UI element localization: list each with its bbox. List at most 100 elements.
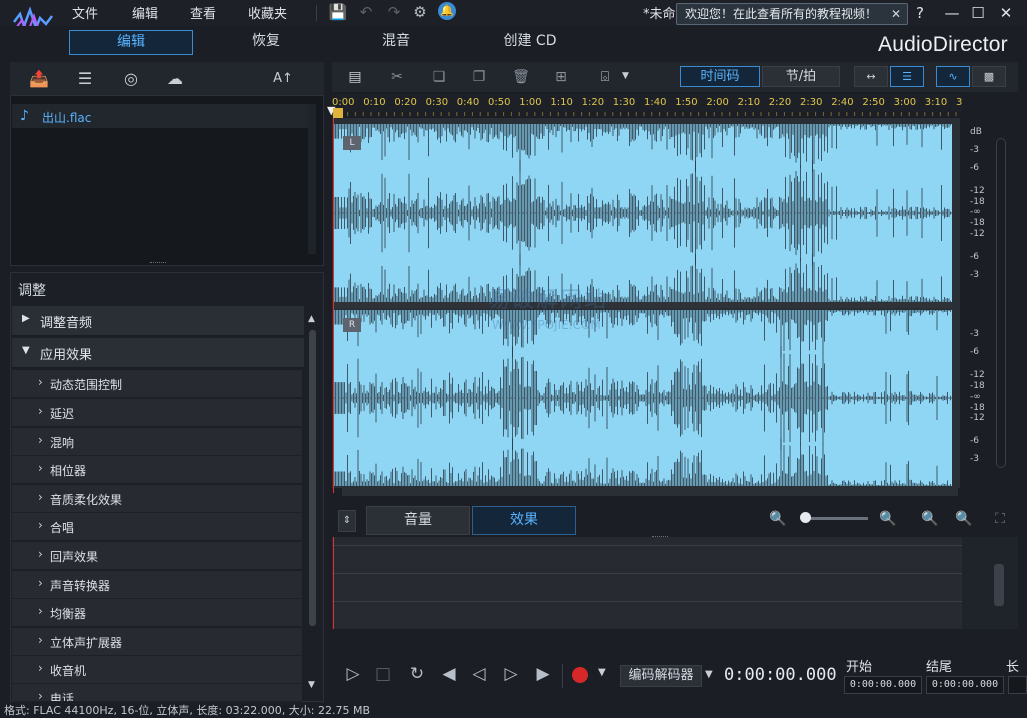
collapse-lanes-icon[interactable]: ⇕ xyxy=(338,510,356,532)
cd-rip-icon[interactable]: ◎ xyxy=(118,67,144,91)
tab-effects[interactable]: 效果 xyxy=(472,506,576,535)
chevron-right-icon: › xyxy=(38,375,43,389)
trim-icon[interactable]: ⊞ xyxy=(550,66,572,88)
waveform-display[interactable] xyxy=(332,118,960,488)
settings-gear-icon[interactable]: ⚙ xyxy=(410,2,430,22)
beat-mode-button[interactable]: 节/拍 xyxy=(762,66,840,87)
help-button[interactable]: ? xyxy=(910,2,930,24)
tab-restore[interactable]: 恢复 xyxy=(204,30,328,55)
menu-view[interactable]: 查看 xyxy=(190,3,216,22)
zoom-fit-icon[interactable]: 🔍 xyxy=(952,508,976,530)
tab-mix[interactable]: 混音 xyxy=(334,30,458,55)
codec-button[interactable]: 编码解码器 xyxy=(620,665,702,687)
selection-end-field[interactable]: 0:00:00.000 xyxy=(926,676,1004,694)
selection-start-field[interactable]: 0:00:00.000 xyxy=(844,676,922,694)
notification-bell-icon[interactable]: 🔔 xyxy=(438,2,458,22)
undo-icon[interactable]: ↶ xyxy=(356,2,376,22)
zoom-selection-icon[interactable]: 🔍 xyxy=(918,508,942,530)
play-icon[interactable]: ▷ xyxy=(342,662,364,686)
zoom-in-icon[interactable]: 🔍 xyxy=(876,508,900,530)
playlist-icon[interactable]: ☰ xyxy=(72,67,98,91)
waveform-view-icon[interactable]: ∿ xyxy=(936,66,970,87)
fullscreen-icon[interactable]: ⛶ xyxy=(988,508,1012,530)
spectrum-view-icon[interactable]: ▩ xyxy=(972,66,1006,87)
effect-item[interactable]: › 回声效果 xyxy=(12,542,302,570)
timecode-mode-button[interactable]: 时间码 xyxy=(680,66,760,87)
library-scrollbar[interactable] xyxy=(308,104,316,254)
delete-icon[interactable]: 🗑 xyxy=(510,66,532,88)
waveform-horizontal-scrollbar[interactable] xyxy=(342,488,958,496)
effect-item[interactable]: › 收音机 xyxy=(12,656,302,684)
close-button[interactable]: ✕ xyxy=(996,2,1016,24)
effect-item[interactable]: › 电话 xyxy=(12,684,302,702)
effect-item[interactable]: › 动态范围控制 xyxy=(12,370,302,398)
selection-length-field[interactable] xyxy=(1008,676,1027,694)
chevron-down-icon[interactable]: ▼ xyxy=(622,71,629,81)
copy-icon[interactable]: ❏ xyxy=(428,66,450,88)
tooltip-close-icon[interactable]: ✕ xyxy=(891,4,901,24)
snap-icon[interactable]: ↔ xyxy=(854,66,888,87)
db-tick: -12 xyxy=(970,413,985,423)
loop-icon[interactable]: ↻ xyxy=(406,662,428,686)
category-apply-effects[interactable]: ▼ 应用效果 xyxy=(12,338,304,368)
effect-label: 回声效果 xyxy=(50,550,99,564)
effect-item[interactable]: › 均衡器 xyxy=(12,599,302,627)
tab-edit[interactable]: 编辑 xyxy=(69,30,193,55)
redo-icon[interactable]: ↷ xyxy=(384,2,404,22)
scroll-up-icon[interactable]: ▲ xyxy=(308,314,315,324)
effect-item[interactable]: › 音质柔化效果 xyxy=(12,485,302,513)
maximize-button[interactable]: ☐ xyxy=(968,2,988,24)
menu-edit[interactable]: 编辑 xyxy=(132,3,158,22)
zoom-slider-knob[interactable] xyxy=(800,512,811,523)
chevron-right-icon: › xyxy=(38,547,43,561)
stop-icon[interactable]: □ xyxy=(372,662,394,686)
vertical-zoom-scrollbar[interactable] xyxy=(996,138,1006,468)
right-channel-label[interactable]: R xyxy=(343,318,361,332)
skip-to-start-icon[interactable]: ◀ xyxy=(438,662,460,686)
properties-icon[interactable]: ▤ xyxy=(344,66,366,88)
ruler-tick-label: 3: xyxy=(956,97,962,108)
rewind-icon[interactable]: ◁ xyxy=(468,662,490,686)
effect-item[interactable]: › 混响 xyxy=(12,428,302,456)
fast-forward-icon[interactable]: ▷ xyxy=(500,662,522,686)
effect-item[interactable]: › 延迟 xyxy=(12,399,302,427)
minimize-button[interactable]: — xyxy=(942,2,962,24)
scroll-down-icon[interactable]: ▼ xyxy=(308,680,315,690)
effect-item[interactable]: › 相位器 xyxy=(12,456,302,484)
left-channel-label[interactable]: L xyxy=(343,136,361,150)
effect-item[interactable]: › 立体声扩展器 xyxy=(12,628,302,656)
record-button[interactable] xyxy=(572,667,588,683)
effect-lanes[interactable] xyxy=(332,537,962,629)
cloud-icon[interactable]: ☁ xyxy=(162,67,188,91)
ruler-tick-label: 1:40 xyxy=(644,97,667,108)
effect-label: 立体声扩展器 xyxy=(50,636,123,650)
library-file-name[interactable]: 出山.flac xyxy=(42,109,91,126)
text-sort-button[interactable]: A↑ xyxy=(266,67,300,91)
menu-favorites[interactable]: 收藏夹 xyxy=(248,3,287,22)
cut-icon[interactable]: ✂ xyxy=(386,66,408,88)
tab-volume[interactable]: 音量 xyxy=(366,506,470,535)
skip-to-end-icon[interactable]: ▶ xyxy=(532,662,554,686)
lanes-scrollbar[interactable] xyxy=(994,564,1004,606)
tab-create-cd[interactable]: 创建 CD xyxy=(468,30,592,55)
record-options-chevron-down-icon[interactable]: ▼ xyxy=(598,667,606,678)
effect-item[interactable]: › 合唱 xyxy=(12,513,302,541)
save-icon[interactable]: 💾 xyxy=(328,2,348,22)
transport-divider xyxy=(562,664,563,688)
chevron-right-icon: › xyxy=(38,490,43,504)
menu-file[interactable]: 文件 xyxy=(72,3,98,22)
category-adjust-audio[interactable]: ▶ 调整音频 xyxy=(12,306,304,336)
effect-item[interactable]: › 声音转换器 xyxy=(12,571,302,599)
db-tick: -18 xyxy=(970,381,985,391)
spectral-toggle-icon[interactable]: ☰ xyxy=(890,66,924,87)
import-media-icon[interactable]: 📤 xyxy=(26,67,52,91)
panel-resize-handle[interactable] xyxy=(150,262,166,265)
zoom-slider[interactable] xyxy=(806,517,868,520)
export-icon[interactable]: ⌺ xyxy=(594,66,616,88)
ruler-tick-marks xyxy=(332,112,957,116)
adjust-scroll-thumb[interactable] xyxy=(309,330,316,626)
paste-icon[interactable]: ❐ xyxy=(468,66,490,88)
codec-chevron-down-icon[interactable]: ▼ xyxy=(705,669,713,680)
zoom-out-icon[interactable]: 🔍 xyxy=(766,508,790,530)
effect-label: 音质柔化效果 xyxy=(50,493,123,507)
